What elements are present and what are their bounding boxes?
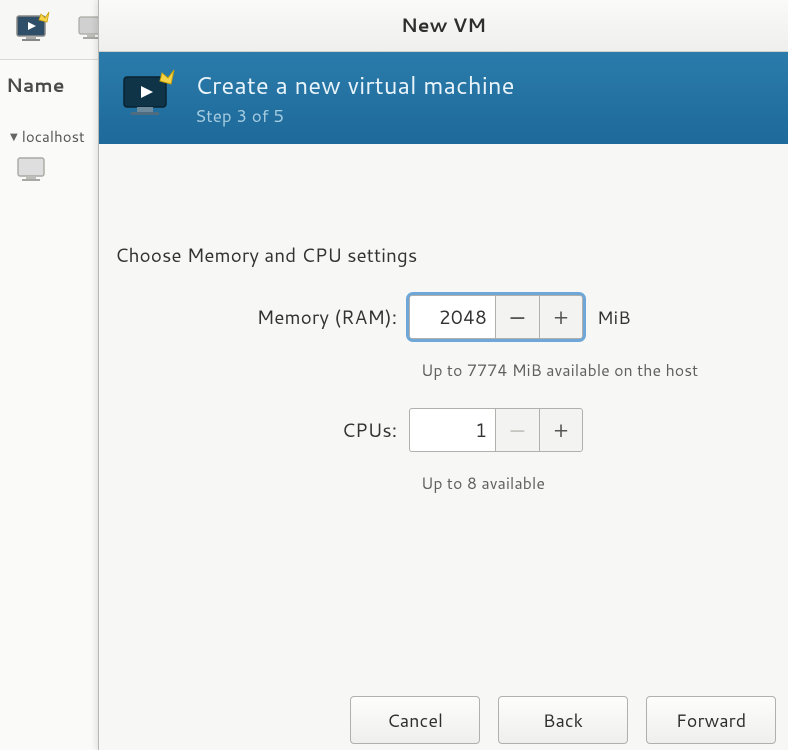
dialog-header: Create a new virtual machine Step 3 of 5 <box>99 52 788 144</box>
cpu-decrement-button[interactable]: − <box>495 408 539 452</box>
tree-vm-row[interactable] <box>0 153 110 189</box>
memory-row: Memory (RAM): − + MiB <box>113 295 774 339</box>
memory-label: Memory (RAM): <box>113 304 409 331</box>
minus-icon: − <box>508 415 526 446</box>
forward-button[interactable]: Forward <box>646 696 776 744</box>
minus-icon: − <box>508 302 526 333</box>
cpu-row: CPUs: − + <box>113 408 774 452</box>
monitor-icon <box>14 153 50 189</box>
memory-unit: MiB <box>597 304 631 330</box>
plus-icon: + <box>553 302 568 333</box>
plus-icon: + <box>553 415 568 446</box>
connection-tree: ▼ localhost <box>0 120 110 189</box>
forward-button-label: Forward <box>676 707 746 733</box>
caret-down-icon: ▼ <box>10 130 18 144</box>
section-title: Choose Memory and CPU settings <box>115 242 774 269</box>
dialog-header-title: Create a new virtual machine <box>195 68 515 102</box>
back-button-label: Back <box>543 707 583 733</box>
dialog-title: New VM <box>401 12 486 39</box>
dialog-body: Choose Memory and CPU settings Memory (R… <box>99 144 788 495</box>
cpu-increment-button[interactable]: + <box>539 408 583 452</box>
cancel-button-label: Cancel <box>387 707 443 733</box>
memory-decrement-button[interactable]: − <box>495 295 539 339</box>
tree-host-row[interactable]: ▼ localhost <box>0 120 110 153</box>
dialog-header-step: Step 3 of 5 <box>195 104 515 128</box>
tree-host-label: localhost <box>22 126 85 147</box>
memory-hint: Up to 7774 MiB available on the host <box>113 359 774 382</box>
cpu-label: CPUs: <box>113 417 409 444</box>
memory-input[interactable] <box>409 295 495 339</box>
cpu-hint: Up to 8 available <box>113 472 774 495</box>
cpu-input[interactable] <box>409 408 495 452</box>
memory-increment-button[interactable]: + <box>539 295 583 339</box>
new-vm-toolbar-button[interactable] <box>8 9 58 51</box>
new-vm-dialog: New VM Create a new virtual machine Step… <box>98 0 788 750</box>
column-header-name[interactable]: Name <box>6 72 64 99</box>
dialog-titlebar: New VM <box>99 0 788 52</box>
back-button[interactable]: Back <box>498 696 628 744</box>
cpu-spin: − + <box>409 408 583 452</box>
memory-spin: − + <box>409 295 583 339</box>
dialog-footer: Cancel Back Forward <box>99 696 788 746</box>
cancel-button[interactable]: Cancel <box>350 696 480 744</box>
new-vm-header-icon <box>119 69 177 127</box>
